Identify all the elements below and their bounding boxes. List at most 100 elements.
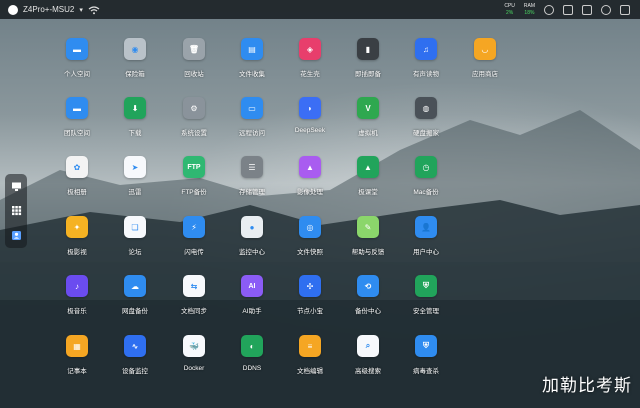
app-tile[interactable]: ⇆ 文档同步 [166, 275, 222, 325]
app-tile[interactable]: ◎ 文件快照 [282, 216, 338, 266]
app-tile[interactable]: ✎ 帮助与反馈 [340, 216, 396, 266]
app-tile[interactable]: 👤 用户中心 [398, 216, 454, 266]
remote-access-icon[interactable]: ▭ [241, 97, 263, 119]
app-tile[interactable]: ◡ 应用商店 [457, 38, 513, 88]
app-tile[interactable]: ⚡ 闪电传 [166, 216, 222, 266]
avatar[interactable] [8, 4, 18, 15]
app-tile[interactable]: ♫ 有声读物 [398, 38, 454, 88]
forum-icon[interactable]: ❏ [124, 216, 146, 238]
mac-backup-icon[interactable]: ◷ [415, 156, 437, 178]
app-tile[interactable]: ≡ 文档编辑 [282, 335, 338, 385]
user-card-icon[interactable] [11, 230, 22, 241]
app-tile[interactable]: ▲ 极课堂 [340, 156, 396, 206]
app-tile[interactable]: ✣ 节点小宝 [282, 275, 338, 325]
app-tile[interactable]: ▤ 文件收集 [224, 38, 280, 88]
app-icon-glyph: ➤ [131, 162, 139, 172]
message-icon[interactable] [563, 4, 573, 15]
snapshot-icon[interactable]: ◎ [299, 216, 321, 238]
dashboard-icon[interactable] [544, 4, 554, 15]
app-tile[interactable]: ▬ 团队空间 [49, 97, 105, 147]
folder-icon[interactable]: ▬ [66, 38, 88, 60]
storage-icon[interactable]: ☰ [241, 156, 263, 178]
app-tile[interactable]: ▦ 记事本 [49, 335, 105, 385]
monitor-icon[interactable] [11, 181, 22, 192]
doc-edit-icon[interactable]: ≡ [299, 335, 321, 357]
advanced-search-icon[interactable]: ⌕ [357, 335, 379, 357]
grid-icon[interactable] [11, 205, 22, 216]
app-tile[interactable]: ▬ 个人空间 [49, 38, 105, 88]
app-tile[interactable]: ◍ 硬盘搬家 [398, 97, 454, 147]
classroom-icon[interactable]: ▲ [357, 156, 379, 178]
docker-icon[interactable]: 🐳 [183, 335, 205, 357]
help-icon[interactable]: ✎ [357, 216, 379, 238]
disk-move-icon[interactable]: ◍ [415, 97, 437, 119]
file-collect-icon[interactable]: ▤ [241, 38, 263, 60]
peanut-shell-icon[interactable]: ◈ [299, 38, 321, 60]
notepad-icon[interactable]: ▦ [66, 335, 88, 357]
app-tile[interactable]: AI AI助手 [224, 275, 280, 325]
photos-icon[interactable]: ✿ [66, 156, 88, 178]
app-tile[interactable]: ⬇ 下载 [107, 97, 163, 147]
app-tile[interactable]: ▮ 即插即备 [340, 38, 396, 88]
app-tile[interactable]: ◉ 保险箱 [107, 38, 163, 88]
plug-backup-icon[interactable]: ▮ [357, 38, 379, 60]
app-tile[interactable]: ⌕ 高级搜索 [340, 335, 396, 385]
app-tile[interactable]: ⛨ 病毒查杀 [398, 335, 454, 385]
settings-icon[interactable]: ⚙ [183, 97, 205, 119]
app-tile[interactable]: ➤ 迅雷 [107, 156, 163, 206]
app-tile[interactable]: ☰ 存储管理 [224, 156, 280, 206]
app-tile[interactable]: ◐ DDNS [224, 335, 280, 385]
app-tile[interactable]: ❏ 论坛 [107, 216, 163, 266]
app-tile[interactable]: ✿ 极相册 [49, 156, 105, 206]
app-store-icon[interactable]: ◡ [474, 38, 496, 60]
safe-icon[interactable]: ◉ [124, 38, 146, 60]
app-tile[interactable]: 🐳 Docker [166, 335, 222, 385]
team-folder-icon[interactable]: ▬ [66, 97, 88, 119]
app-tile[interactable]: ∿ 设备监控 [107, 335, 163, 385]
image-process-icon[interactable]: ▲ [299, 156, 321, 178]
video-icon[interactable]: ✦ [66, 216, 88, 238]
app-tile[interactable]: ◷ Mac备份 [398, 156, 454, 206]
app-icon-glyph: ⟲ [364, 281, 372, 291]
device-name[interactable]: Z4Pro+-MSU2 [23, 5, 74, 14]
tasks-icon[interactable] [582, 4, 592, 15]
ai-assistant-icon[interactable]: AI [241, 275, 263, 297]
flash-transfer-icon[interactable]: ⚡ [183, 216, 205, 238]
menu-icon[interactable] [620, 4, 630, 15]
app-tile[interactable]: ▲ 影像处理 [282, 156, 338, 206]
app-tile[interactable]: ◗ DeepSeek [282, 97, 338, 147]
trash-icon[interactable]: 🗑 [183, 38, 205, 60]
device-monitor-icon[interactable]: ∿ [124, 335, 146, 357]
app-tile[interactable]: ⚙ 系统设置 [166, 97, 222, 147]
app-tile[interactable]: ● 监控中心 [224, 216, 280, 266]
thunder-icon[interactable]: ➤ [124, 156, 146, 178]
app-tile[interactable]: ⟲ 备份中心 [340, 275, 396, 325]
app-tile[interactable]: ⛨ 安全管理 [398, 275, 454, 325]
app-tile[interactable]: ✦ 极影视 [49, 216, 105, 266]
app-tile[interactable]: FTP FTP备份 [166, 156, 222, 206]
app-tile[interactable]: V 虚拟机 [340, 97, 396, 147]
music-icon[interactable]: ♪ [66, 275, 88, 297]
app-tile[interactable]: 🗑 回收站 [166, 38, 222, 88]
download-icon[interactable]: ⬇ [124, 97, 146, 119]
antivirus-icon[interactable]: ⛨ [415, 335, 437, 357]
ddns-icon[interactable]: ◐ [241, 335, 263, 357]
security-icon[interactable]: ⛨ [415, 275, 437, 297]
monitor-center-icon[interactable]: ● [241, 216, 263, 238]
deepseek-icon[interactable]: ◗ [299, 97, 321, 119]
gear-icon[interactable] [601, 4, 611, 15]
audiobook-icon[interactable]: ♫ [415, 38, 437, 60]
app-label: 节点小宝 [297, 308, 323, 315]
chevron-down-icon[interactable]: ▾ [79, 6, 83, 14]
app-tile[interactable]: ◈ 花生壳 [282, 38, 338, 88]
cloud-backup-icon[interactable]: ☁ [124, 275, 146, 297]
user-center-icon[interactable]: 👤 [415, 216, 437, 238]
doc-sync-icon[interactable]: ⇆ [183, 275, 205, 297]
backup-center-icon[interactable]: ⟲ [357, 275, 379, 297]
ftp-icon[interactable]: FTP [183, 156, 205, 178]
app-tile[interactable]: ♪ 极音乐 [49, 275, 105, 325]
app-tile[interactable]: ▭ 远程访问 [224, 97, 280, 147]
node-icon[interactable]: ✣ [299, 275, 321, 297]
app-tile[interactable]: ☁ 网盘备份 [107, 275, 163, 325]
vm-icon[interactable]: V [357, 97, 379, 119]
